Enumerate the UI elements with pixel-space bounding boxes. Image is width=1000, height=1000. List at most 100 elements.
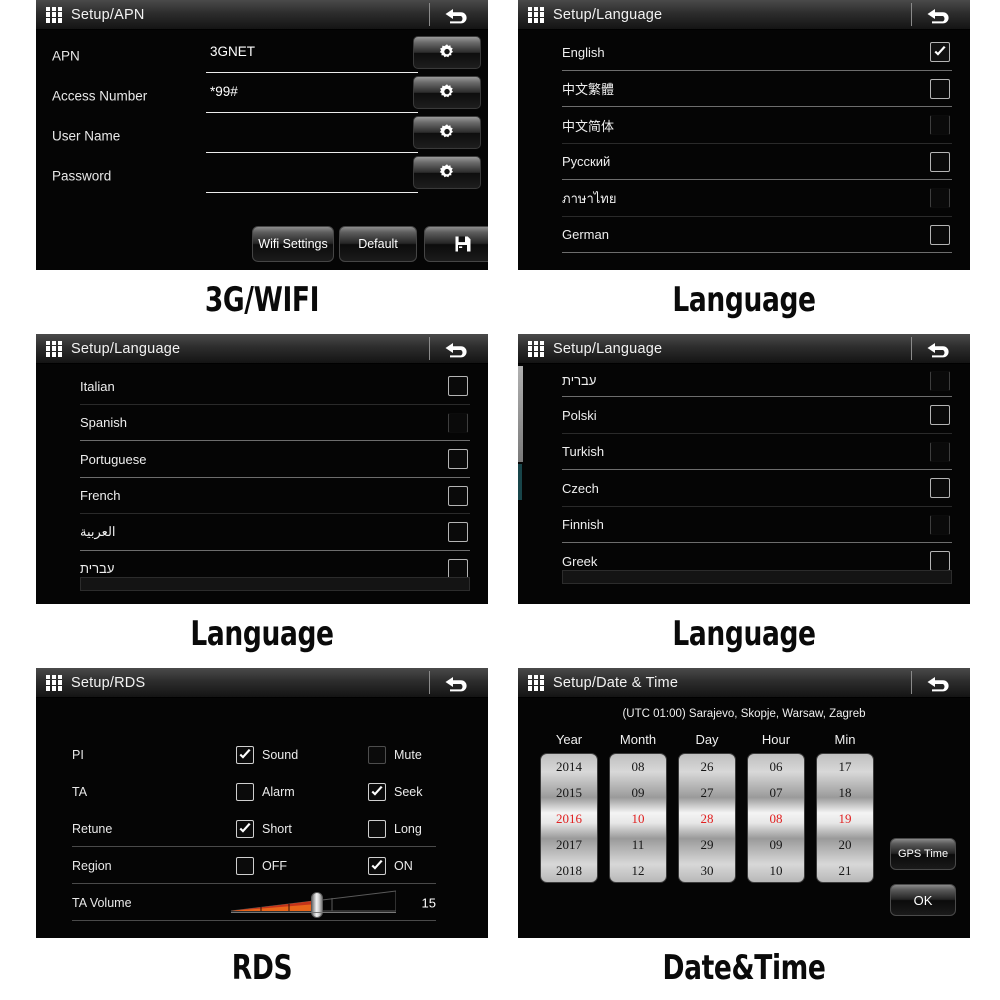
rds-checkbox[interactable] [236, 819, 254, 838]
list-item[interactable]: Polski [562, 397, 952, 434]
ok-button[interactable]: OK [890, 884, 956, 916]
wheel-item-selected[interactable]: 08 [748, 806, 804, 832]
user-name-gear-button[interactable] [413, 116, 481, 149]
language-checkbox[interactable] [448, 522, 468, 543]
language-checkbox[interactable] [930, 78, 950, 99]
wheel-item-selected[interactable]: 19 [817, 806, 873, 832]
back-arrow-icon[interactable] [434, 668, 480, 697]
wheel-item[interactable]: 17 [817, 754, 873, 780]
rds-option-off[interactable]: OFF [236, 856, 287, 875]
rds-option-alarm[interactable]: Alarm [236, 782, 295, 801]
wheel-item[interactable]: 09 [610, 780, 666, 806]
wheel-item[interactable]: 30 [679, 858, 735, 882]
list-item[interactable]: 中文繁體 [562, 71, 952, 108]
language-checkbox[interactable] [930, 551, 950, 572]
month-wheel[interactable]: 08 09 10 11 12 [609, 753, 667, 883]
language-checkbox[interactable] [930, 115, 950, 136]
rds-checkbox[interactable] [368, 745, 386, 764]
wheel-item[interactable]: 10 [748, 858, 804, 882]
grid-menu-icon[interactable] [528, 674, 544, 691]
rds-checkbox[interactable] [236, 856, 254, 875]
minute-wheel[interactable]: 17 18 19 20 21 [816, 753, 874, 883]
wheel-item[interactable]: 06 [748, 754, 804, 780]
wheel-item[interactable]: 20 [817, 832, 873, 858]
back-arrow-icon[interactable] [434, 334, 480, 363]
wheel-item[interactable]: 27 [679, 780, 735, 806]
wheel-item[interactable]: 11 [610, 832, 666, 858]
list-item[interactable]: Czech [562, 470, 952, 507]
list-item[interactable]: English [562, 34, 952, 71]
back-arrow-icon[interactable] [434, 0, 480, 29]
language-checkbox[interactable] [448, 558, 468, 579]
rds-checkbox[interactable] [368, 782, 386, 801]
rds-option-sound[interactable]: Sound [236, 745, 298, 764]
grid-menu-icon[interactable] [528, 6, 544, 23]
wheel-item[interactable]: 12 [610, 858, 666, 882]
grid-menu-icon[interactable] [528, 340, 544, 357]
apn-input[interactable]: 3GNET [206, 40, 418, 73]
language-checkbox[interactable] [448, 485, 468, 506]
list-item[interactable]: 中文简体 [562, 107, 952, 144]
wheel-item[interactable]: 18 [817, 780, 873, 806]
list-item[interactable]: ภาษาไทย [562, 180, 952, 217]
back-arrow-icon[interactable] [916, 668, 962, 697]
list-item[interactable]: עברית [562, 364, 952, 397]
rds-checkbox[interactable] [236, 782, 254, 801]
grid-menu-icon[interactable] [46, 6, 62, 23]
wheel-item[interactable]: 07 [748, 780, 804, 806]
save-button[interactable] [424, 226, 488, 262]
list-item[interactable]: Italian [80, 368, 470, 405]
grid-menu-icon[interactable] [46, 340, 62, 357]
year-wheel[interactable]: 2014 2015 2016 2017 2018 [540, 753, 598, 883]
language-checkbox[interactable] [930, 188, 950, 209]
back-arrow-icon[interactable] [916, 334, 962, 363]
rds-option-short[interactable]: Short [236, 819, 292, 838]
grid-menu-icon[interactable] [46, 674, 62, 691]
language-checkbox[interactable] [930, 224, 950, 245]
rds-option-long[interactable]: Long [368, 819, 422, 838]
list-item[interactable]: French [80, 478, 470, 515]
wheel-item[interactable]: 2015 [541, 780, 597, 806]
wheel-item-selected[interactable]: 2016 [541, 806, 597, 832]
apn-gear-button[interactable] [413, 36, 481, 69]
wheel-item[interactable]: 08 [610, 754, 666, 780]
list-item[interactable]: Spanish [80, 405, 470, 442]
password-gear-button[interactable] [413, 156, 481, 189]
list-item[interactable]: Русский [562, 144, 952, 181]
wheel-item[interactable]: 2017 [541, 832, 597, 858]
list-item[interactable]: العربية [80, 514, 470, 551]
gps-time-button[interactable]: GPS Time [890, 838, 956, 870]
language-checkbox[interactable] [930, 514, 950, 535]
language-checkbox[interactable] [930, 42, 950, 63]
rds-option-on[interactable]: ON [368, 856, 413, 875]
access-number-input[interactable]: *99# [206, 80, 418, 113]
wheel-item-selected[interactable]: 28 [679, 806, 735, 832]
language-checkbox[interactable] [930, 370, 950, 391]
rds-checkbox[interactable] [368, 819, 386, 838]
wheel-item[interactable]: 21 [817, 858, 873, 882]
language-checkbox[interactable] [448, 376, 468, 397]
list-item[interactable]: Portuguese [80, 441, 470, 478]
default-button[interactable]: Default [339, 226, 417, 262]
user-name-input[interactable] [206, 120, 418, 153]
wheel-item[interactable]: 2018 [541, 858, 597, 882]
language-checkbox[interactable] [448, 412, 468, 433]
wheel-item-selected[interactable]: 10 [610, 806, 666, 832]
wheel-item[interactable]: 09 [748, 832, 804, 858]
back-arrow-icon[interactable] [916, 0, 962, 29]
day-wheel[interactable]: 26 27 28 29 30 [678, 753, 736, 883]
access-number-gear-button[interactable] [413, 76, 481, 109]
slider-knob[interactable] [311, 891, 323, 918]
rds-checkbox[interactable] [368, 856, 386, 875]
list-item[interactable]: Finnish [562, 507, 952, 544]
rds-option-mute[interactable]: Mute [368, 745, 422, 764]
rds-option-seek[interactable]: Seek [368, 782, 423, 801]
wheel-item[interactable]: 26 [679, 754, 735, 780]
hour-wheel[interactable]: 06 07 08 09 10 [747, 753, 805, 883]
language-checkbox[interactable] [930, 478, 950, 499]
wifi-settings-button[interactable]: Wifi Settings [252, 226, 334, 262]
language-checkbox[interactable] [930, 151, 950, 172]
wheel-item[interactable]: 29 [679, 832, 735, 858]
wheel-item[interactable]: 2014 [541, 754, 597, 780]
password-input[interactable] [206, 160, 418, 193]
